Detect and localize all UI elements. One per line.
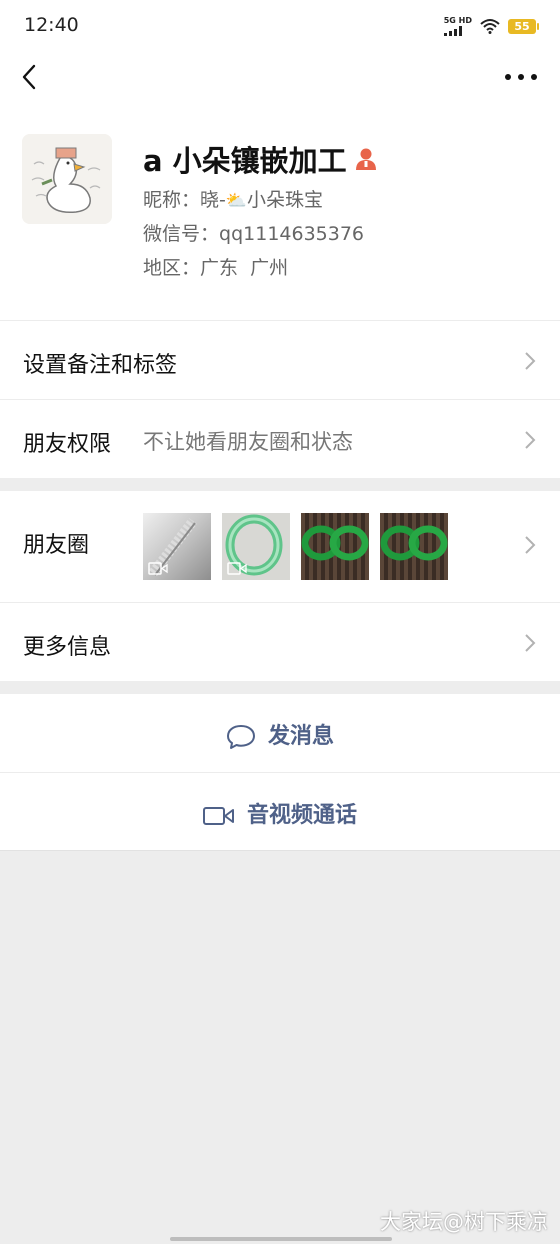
wechat-label: 微信号： bbox=[143, 223, 220, 245]
jade-rings-image bbox=[380, 525, 448, 561]
profile-header: a 小朵镶嵌加工 昵称：晓-⛅小朵珠宝 微信号：qq1114635376 地区：… bbox=[0, 106, 560, 320]
section-divider bbox=[0, 478, 560, 491]
send-message-button[interactable]: 发消息 bbox=[0, 694, 560, 772]
wechat-id: qq1114635376 bbox=[219, 223, 365, 245]
nav-bar bbox=[0, 52, 560, 106]
more-dots-icon[interactable] bbox=[504, 66, 538, 88]
wechat-id-line: 微信号：qq1114635376 bbox=[143, 219, 364, 246]
person-badge-icon bbox=[355, 148, 376, 170]
moment-thumbnail bbox=[380, 513, 448, 580]
more-info-label: 更多信息 bbox=[23, 635, 112, 660]
back-icon[interactable] bbox=[16, 62, 46, 92]
jade-rings-image bbox=[301, 525, 369, 561]
video-icon bbox=[227, 562, 247, 575]
divider-line bbox=[0, 850, 560, 851]
name-row: a 小朵镶嵌加工 bbox=[143, 138, 377, 180]
nickname-prefix: 晓- bbox=[200, 189, 226, 211]
signal-bars-icon bbox=[443, 26, 472, 36]
display-name: a 小朵镶嵌加工 bbox=[143, 144, 347, 178]
sun-cloud-icon: ⛅ bbox=[225, 191, 248, 211]
chevron-right-icon bbox=[525, 536, 536, 554]
status-bar: 12:40 5G HD 55 bbox=[0, 0, 560, 52]
signal-indicator: 5G HD bbox=[443, 16, 472, 36]
friend-permission-row[interactable]: 朋友权限 不让她看朋友圈和状态 bbox=[0, 399, 560, 478]
send-message-label: 发消息 bbox=[267, 724, 334, 749]
moments-thumbnails bbox=[143, 513, 448, 580]
avatar[interactable] bbox=[22, 134, 112, 224]
remark-tags-label: 设置备注和标签 bbox=[23, 353, 178, 378]
send-message-content: 发消息 bbox=[0, 718, 560, 750]
nickname-label: 昵称： bbox=[143, 189, 201, 211]
status-time: 12:40 bbox=[24, 14, 79, 36]
remark-tags-row[interactable]: 设置备注和标签 bbox=[0, 320, 560, 399]
home-indicator[interactable] bbox=[170, 1237, 392, 1241]
battery-icon: 55 bbox=[508, 18, 539, 34]
moment-thumbnail bbox=[143, 513, 211, 580]
nickname-suffix: 小朵珠宝 bbox=[247, 189, 324, 211]
moments-label: 朋友圈 bbox=[23, 533, 90, 558]
more-info-row[interactable]: 更多信息 bbox=[0, 602, 560, 681]
chevron-right-icon bbox=[525, 431, 536, 449]
moment-thumbnail bbox=[301, 513, 369, 580]
chevron-right-icon bbox=[525, 634, 536, 652]
region-value: 广东 广州 bbox=[200, 257, 289, 279]
section-divider bbox=[0, 681, 560, 694]
video-call-label: 音视频通话 bbox=[246, 803, 357, 828]
status-icons: 5G HD 55 bbox=[443, 16, 539, 36]
watermark: 大家坛@树下乘凉 bbox=[380, 1210, 548, 1234]
video-camera-icon bbox=[202, 807, 234, 825]
settings-group: 设置备注和标签 朋友权限 不让她看朋友圈和状态 bbox=[0, 320, 560, 478]
video-call-content: 音视频通话 bbox=[0, 797, 560, 829]
moments-row[interactable]: 朋友圈 bbox=[0, 491, 560, 602]
moment-thumbnail bbox=[222, 513, 290, 580]
network-label: 5G HD bbox=[443, 16, 472, 25]
video-call-button[interactable]: 音视频通话 bbox=[0, 772, 560, 850]
goose-avatar-icon bbox=[22, 134, 112, 224]
region-line: 地区：广东 广州 bbox=[143, 253, 288, 280]
video-icon bbox=[148, 562, 168, 575]
friend-permission-label: 朋友权限 bbox=[23, 432, 112, 457]
wifi-icon bbox=[480, 19, 500, 34]
top-area: 12:40 5G HD 55 a 小朵镶嵌加工 昵称：晓-⛅小朵珠宝 微信号：q… bbox=[0, 0, 560, 478]
nickname-line: 昵称：晓-⛅小朵珠宝 bbox=[143, 185, 323, 212]
moments-group: 朋友圈 更多信息 bbox=[0, 491, 560, 681]
region-label: 地区： bbox=[143, 257, 201, 279]
chevron-right-icon bbox=[525, 352, 536, 370]
friend-permission-value: 不让她看朋友圈和状态 bbox=[143, 430, 353, 454]
chat-bubble-icon bbox=[226, 725, 255, 749]
